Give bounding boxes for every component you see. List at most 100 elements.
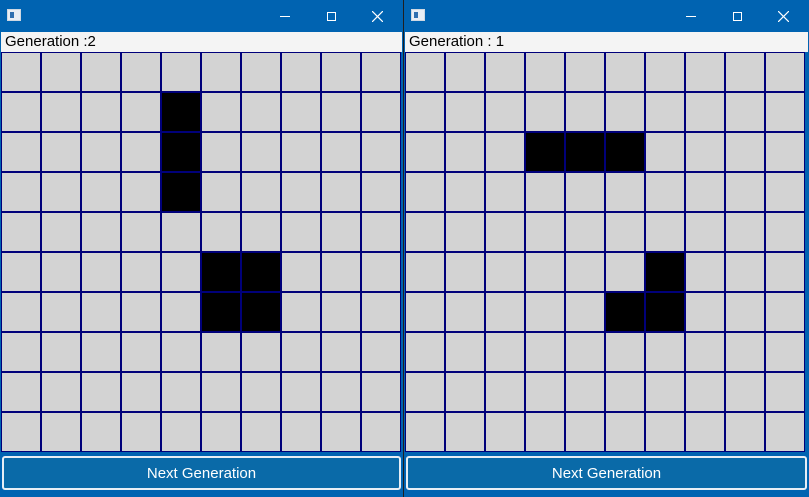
grid-cell[interactable] [645,212,685,252]
grid-cell[interactable] [765,292,805,332]
grid-cell[interactable] [41,212,81,252]
grid-cell[interactable] [121,172,161,212]
grid-cell[interactable] [161,332,201,372]
grid-cell[interactable] [565,332,605,372]
grid-cell[interactable] [321,212,361,252]
grid-cell[interactable] [361,92,401,132]
grid-cell[interactable] [361,132,401,172]
grid-cell[interactable] [765,172,805,212]
grid-cell[interactable] [765,92,805,132]
grid-cell[interactable] [281,92,321,132]
next-generation-button[interactable]: Next Generation [406,456,807,490]
grid-cell[interactable] [485,52,525,92]
grid-cell[interactable] [161,212,201,252]
grid-cell[interactable] [361,252,401,292]
grid-cell[interactable] [1,212,41,252]
grid-cell[interactable] [405,332,445,372]
grid-cell[interactable] [121,52,161,92]
grid-cell[interactable] [405,372,445,412]
grid-cell[interactable] [41,132,81,172]
grid-cell[interactable] [445,52,485,92]
grid-cell[interactable] [605,92,645,132]
grid-cell[interactable] [121,252,161,292]
grid-cell[interactable] [725,412,765,452]
grid-cell[interactable] [765,412,805,452]
grid-cell[interactable] [81,292,121,332]
grid-cell-alive[interactable] [161,92,201,132]
grid-cell[interactable] [445,252,485,292]
grid-cell[interactable] [525,172,565,212]
grid-cell[interactable] [565,412,605,452]
grid-cell[interactable] [121,292,161,332]
grid-cell[interactable] [281,212,321,252]
grid-cell[interactable] [321,132,361,172]
grid-cell[interactable] [525,92,565,132]
grid-cell[interactable] [485,92,525,132]
grid-cell[interactable] [121,212,161,252]
grid-cell[interactable] [321,372,361,412]
grid-cell[interactable] [201,412,241,452]
title-bar[interactable] [0,0,403,32]
grid-cell[interactable] [241,332,281,372]
grid-cell[interactable] [81,252,121,292]
grid-cell-alive[interactable] [565,132,605,172]
grid-cell[interactable] [645,172,685,212]
grid-cell[interactable] [445,172,485,212]
grid-cell[interactable] [41,332,81,372]
grid-cell[interactable] [361,292,401,332]
grid-cell[interactable] [405,52,445,92]
grid-cell[interactable] [161,52,201,92]
grid-cell[interactable] [605,52,645,92]
grid-cell[interactable] [405,252,445,292]
grid-cell[interactable] [685,292,725,332]
grid-cell[interactable] [321,412,361,452]
grid-cell[interactable] [605,212,645,252]
grid-cell[interactable] [81,172,121,212]
grid-cell[interactable] [241,52,281,92]
grid-cell[interactable] [485,252,525,292]
grid-cell[interactable] [121,372,161,412]
grid-cell-alive[interactable] [241,292,281,332]
grid-cell[interactable] [645,92,685,132]
grid-cell[interactable] [121,332,161,372]
grid-cell[interactable] [525,332,565,372]
grid-cell[interactable] [405,132,445,172]
grid-cell[interactable] [525,52,565,92]
grid-cell[interactable] [645,132,685,172]
grid-cell[interactable] [1,412,41,452]
grid-cell[interactable] [725,132,765,172]
grid-cell[interactable] [121,412,161,452]
grid-cell[interactable] [405,292,445,332]
grid-cell[interactable] [685,412,725,452]
grid-cell[interactable] [445,132,485,172]
grid-cell[interactable] [1,172,41,212]
grid-cell-alive[interactable] [161,132,201,172]
grid-cell-alive[interactable] [645,252,685,292]
grid-cell[interactable] [765,52,805,92]
close-icon[interactable] [354,0,400,32]
minimize-icon[interactable] [668,0,714,32]
grid-cell[interactable] [281,172,321,212]
grid-cell[interactable] [605,372,645,412]
grid-cell[interactable] [565,252,605,292]
grid-cell[interactable] [405,212,445,252]
grid-cell[interactable] [1,252,41,292]
grid-cell[interactable] [361,212,401,252]
grid-cell[interactable] [361,372,401,412]
grid-cell[interactable] [281,412,321,452]
grid-cell[interactable] [321,92,361,132]
grid-cell[interactable] [765,212,805,252]
grid-cell[interactable] [241,412,281,452]
grid-cell[interactable] [725,172,765,212]
grid-cell[interactable] [361,172,401,212]
grid-cell[interactable] [605,172,645,212]
grid-cell[interactable] [405,412,445,452]
grid-cell[interactable] [485,332,525,372]
grid-cell[interactable] [41,292,81,332]
grid-cell[interactable] [565,52,605,92]
grid-cell[interactable] [445,372,485,412]
grid-cell[interactable] [685,212,725,252]
grid-cell[interactable] [725,372,765,412]
grid-cell[interactable] [725,212,765,252]
grid-cell[interactable] [281,52,321,92]
